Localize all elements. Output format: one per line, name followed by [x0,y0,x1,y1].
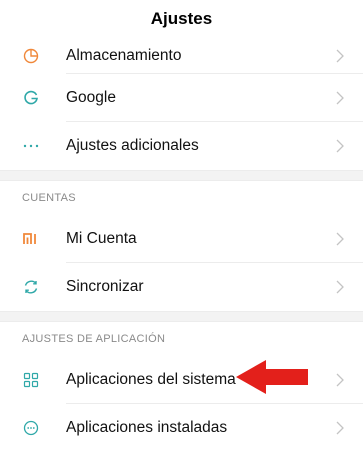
settings-item-label: Ajustes adicionales [66,137,199,154]
storage-pie-icon [22,47,40,65]
settings-item-google[interactable]: Google [0,74,363,122]
section-gap [0,170,363,181]
settings-item-label: Almacenamiento [66,47,182,64]
section-gap [0,311,363,322]
settings-item-label: Sincronizar [66,278,144,295]
section-header-ajustes-aplicacion: AJUSTES DE APLICACIÓN [22,333,166,345]
settings-item-aplicaciones-instaladas[interactable]: Aplicaciones instaladas [0,404,363,452]
settings-item-label: Google [66,89,116,106]
settings-item-label: Aplicaciones instaladas [66,419,228,436]
settings-item-label: Mi Cuenta [66,230,137,247]
chevron-right-icon [336,373,344,387]
settings-item-aplicaciones-sistema[interactable]: Aplicaciones del sistema [0,356,363,404]
installed-apps-icon [22,419,40,437]
chevron-right-icon [336,139,344,153]
page-title-text: Ajustes [150,9,213,28]
settings-item-mi-cuenta[interactable]: Mi Cuenta [0,215,363,263]
chevron-right-icon [336,232,344,246]
chevron-right-icon [336,280,344,294]
mi-logo-icon [22,230,40,248]
google-g-icon [22,89,40,107]
red-arrow-annotation [236,360,308,394]
settings-item-sincronizar[interactable]: Sincronizar [0,263,363,311]
settings-item-ajustes-adicionales[interactable]: Ajustes adicionales [0,122,363,170]
chevron-right-icon [336,49,344,63]
section-header-cuentas: CUENTAS [22,192,76,204]
settings-item-almacenamiento[interactable]: Almacenamiento [0,38,363,74]
sync-icon [22,278,40,296]
more-dots-icon [22,137,40,155]
page-title: Ajustes [0,0,363,38]
settings-item-label: Aplicaciones del sistema [66,371,236,388]
chevron-right-icon [336,91,344,105]
grid-apps-icon [22,371,40,389]
chevron-right-icon [336,421,344,435]
